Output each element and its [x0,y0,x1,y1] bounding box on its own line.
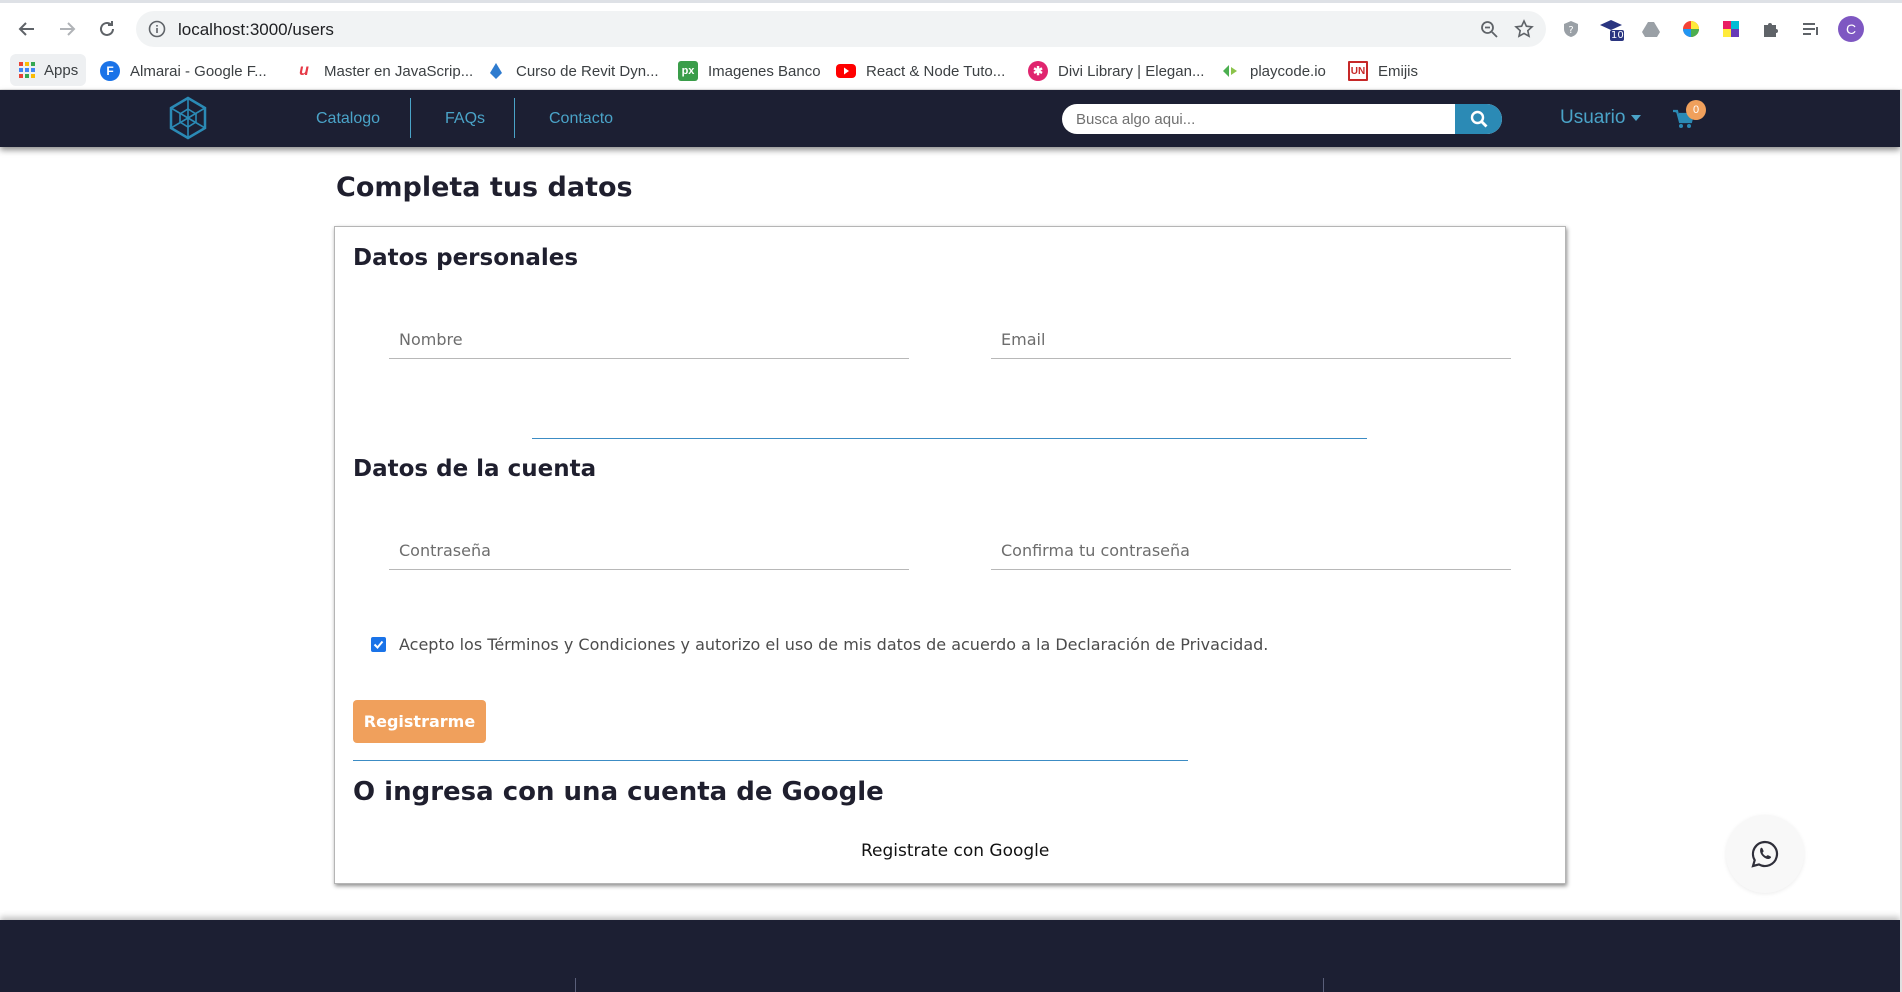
site-footer [0,920,1900,992]
bookmark-label: Emijis [1378,62,1418,80]
site-search [1062,104,1502,134]
nav-divider [514,98,515,138]
nav-link-faqs[interactable]: FAQs [445,110,485,128]
terms-checkbox[interactable] [371,637,386,652]
google-divider [353,760,1188,761]
bookmark-playcode[interactable]: playcode.io [1220,58,1326,84]
bookmark-react-node[interactable]: React & Node Tuto... [836,58,1005,84]
terms-text: Acepto los Términos y Condiciones y auto… [399,635,1269,654]
email-input[interactable] [991,321,1511,358]
google-fonts-icon: F [100,61,120,81]
bookmark-apps[interactable]: Apps [10,54,86,86]
page-title: Completa tus datos [336,172,633,203]
email-field [991,321,1511,359]
browser-toolbar: localhost:3000/users ? 10 C [0,0,1902,52]
pexels-icon: px [678,61,698,81]
apps-grid-icon [18,61,36,79]
shield-extension-icon[interactable]: ? [1558,16,1584,42]
forward-button[interactable] [52,14,82,44]
caret-down-icon [1631,115,1642,121]
back-button[interactable] [12,14,42,44]
extension-badge: 10 [1611,30,1624,41]
youtube-icon [836,61,856,81]
color-wheel-extension-icon[interactable] [1678,16,1704,42]
bookmark-label: Curso de Revit Dyn... [516,62,659,80]
address-bar[interactable]: localhost:3000/users [136,11,1546,47]
bookmark-master-javascript[interactable]: u Master en JavaScrip... [294,58,473,84]
user-menu-label: Usuario [1560,107,1626,128]
bookmark-label: Master en JavaScrip... [324,62,474,80]
divi-icon: ✱ [1028,61,1048,81]
bookmark-label: playcode.io [1250,62,1326,80]
search-button[interactable] [1455,104,1502,134]
search-input[interactable] [1062,104,1455,134]
site-navbar: Catalogo FAQs Contacto Usuario 0 [0,90,1900,147]
drive-extension-icon[interactable] [1638,16,1664,42]
site-logo[interactable] [166,96,210,144]
password-field [389,532,909,570]
bookmark-revit-dynamo[interactable]: Curso de Revit Dyn... [486,58,659,84]
bookmark-star-icon[interactable] [1514,19,1534,43]
puzzle-extensions-icon[interactable] [1758,16,1784,42]
site-info-icon[interactable] [148,20,166,42]
google-heading: O ingresa con una cuenta de Google [353,777,884,807]
bookmark-label: Almarai - Google F... [130,62,267,80]
footer-divider [575,978,576,992]
nav-divider [410,98,411,138]
svg-text:?: ? [1568,25,1573,36]
bookmark-emijis[interactable]: UN Emijis [1348,58,1418,84]
palette-extension-icon[interactable] [1718,16,1744,42]
bookmark-label: React & Node Tuto... [866,62,1006,80]
bookmark-divi-library[interactable]: ✱ Divi Library | Elegan... [1028,58,1204,84]
bookmark-imagenes-banco[interactable]: px Imagenes Banco [678,58,821,84]
whatsapp-icon [1750,839,1780,869]
account-data-heading: Datos de la cuenta [353,456,597,482]
nav-link-catalogo[interactable]: Catalogo [316,110,380,128]
playcode-icon [1220,61,1240,81]
personal-data-heading: Datos personales [353,245,579,271]
whatsapp-button[interactable] [1726,815,1804,893]
name-field [389,321,909,359]
google-signup-button[interactable]: Registrate con Google [861,841,1049,861]
registration-form-card: Datos personales Datos de la cuenta Acep… [334,226,1566,884]
section-divider [532,438,1367,439]
url-text: localhost:3000/users [178,20,334,39]
unicode-icon: UN [1348,61,1368,81]
terms-row: Acepto los Términos y Condiciones y auto… [371,635,1268,654]
confirm-password-input[interactable] [991,532,1511,569]
profile-avatar[interactable]: C [1838,16,1864,42]
nav-link-contacto[interactable]: Contacto [549,110,613,128]
bookmark-label: Divi Library | Elegan... [1058,62,1205,80]
zoom-icon[interactable] [1480,20,1498,42]
name-input[interactable] [389,321,909,358]
search-icon [1470,110,1488,128]
reload-button[interactable] [92,14,122,44]
cart-count-badge: 0 [1686,100,1706,120]
bookmark-label: Imagenes Banco [708,62,821,80]
udemy-icon: u [299,62,309,79]
confirm-password-field [991,532,1511,570]
profile-initial: C [1838,16,1864,42]
bookmark-label: Apps [44,61,79,79]
footer-divider [1323,978,1324,992]
bookmark-almarai[interactable]: F Almarai - Google F... [100,58,267,84]
password-input[interactable] [389,532,909,569]
graduation-cap-extension-icon[interactable]: 10 [1598,16,1624,42]
user-menu-dropdown[interactable]: Usuario [1560,107,1642,129]
register-button[interactable]: Registrarme [353,700,486,743]
dynamo-icon [486,61,506,81]
reading-list-icon[interactable] [1798,16,1824,42]
